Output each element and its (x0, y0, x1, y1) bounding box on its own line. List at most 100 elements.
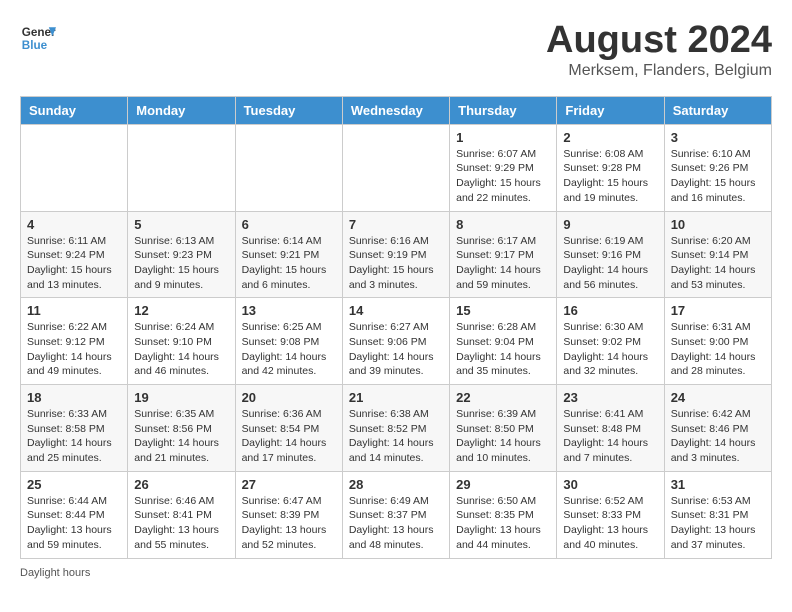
day-detail: Sunrise: 6:19 AM Sunset: 9:16 PM Dayligh… (563, 234, 657, 293)
day-detail: Sunrise: 6:39 AM Sunset: 8:50 PM Dayligh… (456, 407, 550, 466)
day-detail: Sunrise: 6:16 AM Sunset: 9:19 PM Dayligh… (349, 234, 443, 293)
calendar-cell: 28Sunrise: 6:49 AM Sunset: 8:37 PM Dayli… (342, 471, 449, 558)
day-number: 19 (134, 390, 228, 405)
day-detail: Sunrise: 6:20 AM Sunset: 9:14 PM Dayligh… (671, 234, 765, 293)
day-detail: Sunrise: 6:30 AM Sunset: 9:02 PM Dayligh… (563, 320, 657, 379)
calendar-cell: 22Sunrise: 6:39 AM Sunset: 8:50 PM Dayli… (450, 385, 557, 472)
calendar-cell: 24 Sunrise: 6:42 AM Sunset: 8:46 PM Dayli… (664, 385, 771, 472)
day-number: 1 (456, 130, 550, 145)
day-detail: Sunrise: 6:44 AM Sunset: 8:44 PM Dayligh… (27, 494, 121, 553)
page-title: August 2024 (546, 20, 772, 62)
day-detail: Sunrise: 6:11 AM Sunset: 9:24 PM Dayligh… (27, 234, 121, 293)
day-number: 15 (456, 303, 550, 318)
calendar-cell: 12 Sunrise: 6:24 AM Sunset: 9:10 PM Dayli… (128, 298, 235, 385)
calendar-cell: 30Sunrise: 6:52 AM Sunset: 8:33 PM Dayli… (557, 471, 664, 558)
day-detail: Sunrise: 6:53 AM Sunset: 8:31 PM Dayligh… (671, 494, 765, 553)
day-detail: Sunrise: 6:33 AM Sunset: 8:58 PM Dayligh… (27, 407, 121, 466)
calendar-week-4: 18 Sunrise: 6:33 AM Sunset: 8:58 PM Dayli… (21, 385, 772, 472)
logo: General Blue (20, 20, 56, 56)
day-detail: Sunrise: 6:47 AM Sunset: 8:39 PM Dayligh… (242, 494, 336, 553)
day-number: 3 (671, 130, 765, 145)
day-number: 30 (563, 477, 657, 492)
calendar-table: SundayMondayTuesdayWednesdayThursdayFrid… (20, 96, 772, 559)
day-detail: Sunrise: 6:10 AM Sunset: 9:26 PM Dayligh… (671, 147, 765, 206)
day-number: 29 (456, 477, 550, 492)
day-number: 10 (671, 217, 765, 232)
day-detail: Sunrise: 6:28 AM Sunset: 9:04 PM Dayligh… (456, 320, 550, 379)
calendar-week-1: 1 Sunrise: 6:07 AM Sunset: 9:29 PM Daylig… (21, 124, 772, 211)
calendar-cell (128, 124, 235, 211)
day-detail: Sunrise: 6:25 AM Sunset: 9:08 PM Dayligh… (242, 320, 336, 379)
calendar-cell: 31 Sunrise: 6:53 AM Sunset: 8:31 PM Dayli… (664, 471, 771, 558)
day-number: 24 (671, 390, 765, 405)
day-detail: Sunrise: 6:35 AM Sunset: 8:56 PM Dayligh… (134, 407, 228, 466)
day-number: 6 (242, 217, 336, 232)
day-detail: Sunrise: 6:31 AM Sunset: 9:00 PM Dayligh… (671, 320, 765, 379)
calendar-cell: 16 Sunrise: 6:30 AM Sunset: 9:02 PM Dayli… (557, 298, 664, 385)
day-detail: Sunrise: 6:50 AM Sunset: 8:35 PM Dayligh… (456, 494, 550, 553)
day-number: 7 (349, 217, 443, 232)
calendar-week-2: 4 Sunrise: 6:11 AM Sunset: 9:24 PM Daylig… (21, 211, 772, 298)
day-number: 12 (134, 303, 228, 318)
day-number: 9 (563, 217, 657, 232)
page-subtitle: Merksem, Flanders, Belgium (546, 62, 772, 80)
day-number: 4 (27, 217, 121, 232)
calendar-cell: 13 Sunrise: 6:25 AM Sunset: 9:08 PM Dayli… (235, 298, 342, 385)
day-number: 20 (242, 390, 336, 405)
day-number: 31 (671, 477, 765, 492)
day-detail: Sunrise: 6:17 AM Sunset: 9:17 PM Dayligh… (456, 234, 550, 293)
calendar-cell (235, 124, 342, 211)
day-header-thursday: Thursday (450, 96, 557, 124)
calendar-cell: 14 Sunrise: 6:27 AM Sunset: 9:06 PM Dayli… (342, 298, 449, 385)
calendar-footer: Daylight hours (20, 567, 772, 579)
day-detail: Sunrise: 6:27 AM Sunset: 9:06 PM Dayligh… (349, 320, 443, 379)
calendar-cell: 23 Sunrise: 6:41 AM Sunset: 8:48 PM Dayli… (557, 385, 664, 472)
logo-icon: General Blue (20, 20, 56, 56)
day-number: 8 (456, 217, 550, 232)
calendar-cell: 21Sunrise: 6:38 AM Sunset: 8:52 PM Dayli… (342, 385, 449, 472)
calendar-cell: 3 Sunrise: 6:10 AM Sunset: 9:26 PM Daylig… (664, 124, 771, 211)
day-header-saturday: Saturday (664, 96, 771, 124)
calendar-cell: 17 Sunrise: 6:31 AM Sunset: 9:00 PM Dayli… (664, 298, 771, 385)
day-number: 23 (563, 390, 657, 405)
calendar-cell: 5Sunrise: 6:13 AM Sunset: 9:23 PM Daylig… (128, 211, 235, 298)
day-detail: Sunrise: 6:13 AM Sunset: 9:23 PM Dayligh… (134, 234, 228, 293)
calendar-week-5: 25 Sunrise: 6:44 AM Sunset: 8:44 PM Dayli… (21, 471, 772, 558)
calendar-cell: 26Sunrise: 6:46 AM Sunset: 8:41 PM Dayli… (128, 471, 235, 558)
calendar-cell: 18 Sunrise: 6:33 AM Sunset: 8:58 PM Dayli… (21, 385, 128, 472)
day-detail: Sunrise: 6:42 AM Sunset: 8:46 PM Dayligh… (671, 407, 765, 466)
calendar-cell: 27 Sunrise: 6:47 AM Sunset: 8:39 PM Dayli… (235, 471, 342, 558)
calendar-cell: 1 Sunrise: 6:07 AM Sunset: 9:29 PM Daylig… (450, 124, 557, 211)
day-number: 21 (349, 390, 443, 405)
calendar-header-row: SundayMondayTuesdayWednesdayThursdayFrid… (21, 96, 772, 124)
calendar-cell: 15 Sunrise: 6:28 AM Sunset: 9:04 PM Dayli… (450, 298, 557, 385)
day-header-monday: Monday (128, 96, 235, 124)
day-header-sunday: Sunday (21, 96, 128, 124)
calendar-week-3: 11 Sunrise: 6:22 AM Sunset: 9:12 PM Dayli… (21, 298, 772, 385)
day-number: 11 (27, 303, 121, 318)
calendar-cell: 20 Sunrise: 6:36 AM Sunset: 8:54 PM Dayli… (235, 385, 342, 472)
calendar-cell: 29 Sunrise: 6:50 AM Sunset: 8:35 PM Dayli… (450, 471, 557, 558)
day-number: 26 (134, 477, 228, 492)
day-detail: Sunrise: 6:07 AM Sunset: 9:29 PM Dayligh… (456, 147, 550, 206)
day-detail: Sunrise: 6:22 AM Sunset: 9:12 PM Dayligh… (27, 320, 121, 379)
day-number: 25 (27, 477, 121, 492)
day-header-wednesday: Wednesday (342, 96, 449, 124)
day-header-tuesday: Tuesday (235, 96, 342, 124)
calendar-cell: 10 Sunrise: 6:20 AM Sunset: 9:14 PM Dayli… (664, 211, 771, 298)
day-number: 17 (671, 303, 765, 318)
day-detail: Sunrise: 6:36 AM Sunset: 8:54 PM Dayligh… (242, 407, 336, 466)
calendar-cell: 7 Sunrise: 6:16 AM Sunset: 9:19 PM Daylig… (342, 211, 449, 298)
day-number: 13 (242, 303, 336, 318)
day-detail: Sunrise: 6:24 AM Sunset: 9:10 PM Dayligh… (134, 320, 228, 379)
day-number: 14 (349, 303, 443, 318)
calendar-cell (342, 124, 449, 211)
day-detail: Sunrise: 6:49 AM Sunset: 8:37 PM Dayligh… (349, 494, 443, 553)
day-number: 16 (563, 303, 657, 318)
day-number: 18 (27, 390, 121, 405)
calendar-cell (21, 124, 128, 211)
day-number: 27 (242, 477, 336, 492)
calendar-cell: 9 Sunrise: 6:19 AM Sunset: 9:16 PM Daylig… (557, 211, 664, 298)
svg-text:Blue: Blue (22, 39, 48, 52)
day-detail: Sunrise: 6:41 AM Sunset: 8:48 PM Dayligh… (563, 407, 657, 466)
